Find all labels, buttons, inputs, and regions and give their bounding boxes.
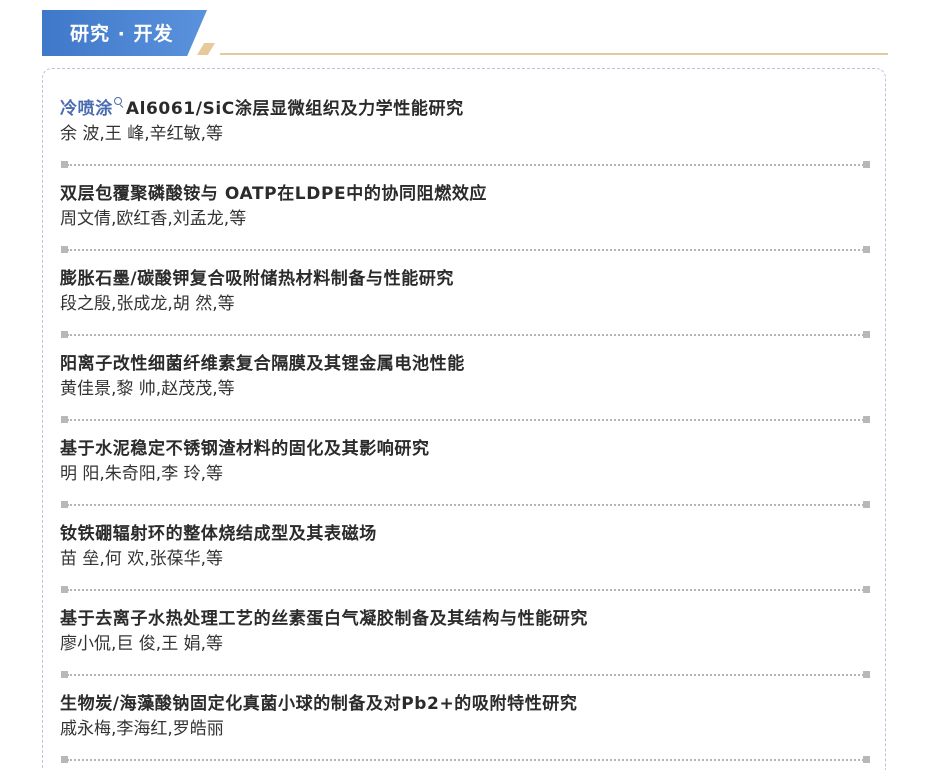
article-authors: 廖小侃,巨 俊,王 娟,等	[60, 634, 224, 654]
article-title[interactable]: 冷喷涂 Al6061/SiC涂层显微组织及力学性能研究	[60, 97, 870, 121]
article-authors: 周文倩,欧红香,刘孟龙,等	[60, 209, 247, 229]
article-title[interactable]: 阳离子改性细菌纤维素复合隔膜及其锂金属电池性能	[60, 352, 870, 376]
article-item[interactable]: 双层包覆聚磷酸铵与 OATP在LDPE中的协同阻燃效应 周文倩,欧红香,刘孟龙,…	[60, 182, 870, 231]
section-title: 研究 · 开发	[70, 23, 174, 45]
article-authors: 黄佳景,黎 帅,赵茂茂,等	[60, 379, 235, 399]
dotted-separator	[61, 161, 870, 169]
article-authors: 段之殷,张成龙,胡 然,等	[60, 294, 235, 314]
dotted-separator	[61, 756, 870, 764]
article-authors: 余 波,王 峰,辛红敏,等	[60, 124, 224, 144]
header-accent	[197, 43, 215, 55]
article-item[interactable]: 阳离子改性细菌纤维素复合隔膜及其锂金属电池性能 黄佳景,黎 帅,赵茂茂,等	[60, 352, 870, 401]
dotted-separator	[61, 331, 870, 339]
search-icon	[113, 97, 124, 109]
article-title[interactable]: 膨胀石墨/碳酸钾复合吸附储热材料制备与性能研究	[60, 267, 870, 291]
article-authors: 戚永梅,李海红,罗皓丽	[60, 719, 224, 739]
dotted-separator	[61, 246, 870, 254]
header-rule	[220, 53, 888, 55]
article-item[interactable]: 膨胀石墨/碳酸钾复合吸附储热材料制备与性能研究 段之殷,张成龙,胡 然,等	[60, 267, 870, 316]
article-title[interactable]: 生物炭/海藻酸钠固定化真菌小球的制备及对Pb2+的吸附特性研究	[60, 692, 870, 716]
page: 研究 · 开发 冷喷涂 Al6061/SiC涂层显微组织及力学性能研究 余 波,王…	[0, 0, 930, 770]
article-title[interactable]: 基于水泥稳定不锈钢渣材料的固化及其影响研究	[60, 437, 870, 461]
article-title[interactable]: 双层包覆聚磷酸铵与 OATP在LDPE中的协同阻燃效应	[60, 182, 870, 206]
article-title[interactable]: 钕铁硼辐射环的整体烧结成型及其表磁场	[60, 522, 870, 546]
dotted-separator	[61, 671, 870, 679]
article-item[interactable]: 钕铁硼辐射环的整体烧结成型及其表磁场 苗 垒,何 欢,张葆华,等	[60, 522, 870, 571]
article-item[interactable]: 冷喷涂 Al6061/SiC涂层显微组织及力学性能研究 余 波,王 峰,辛红敏,等	[60, 97, 870, 146]
article-item[interactable]: 生物炭/海藻酸钠固定化真菌小球的制备及对Pb2+的吸附特性研究 戚永梅,李海红,…	[60, 692, 870, 741]
dotted-separator	[61, 501, 870, 509]
article-item[interactable]: 基于去离子水热处理工艺的丝素蛋白气凝胶制备及其结构与性能研究 廖小侃,巨 俊,王…	[60, 607, 870, 656]
search-highlight-term: 冷喷涂	[60, 99, 113, 119]
article-title[interactable]: 基于去离子水热处理工艺的丝素蛋白气凝胶制备及其结构与性能研究	[60, 607, 870, 631]
article-authors: 明 阳,朱奇阳,李 玲,等	[60, 464, 224, 484]
dotted-separator	[61, 416, 870, 424]
article-item[interactable]: 基于水泥稳定不锈钢渣材料的固化及其影响研究 明 阳,朱奇阳,李 玲,等	[60, 437, 870, 486]
dotted-separator	[61, 586, 870, 594]
article-authors: 苗 垒,何 欢,张葆华,等	[60, 549, 224, 569]
